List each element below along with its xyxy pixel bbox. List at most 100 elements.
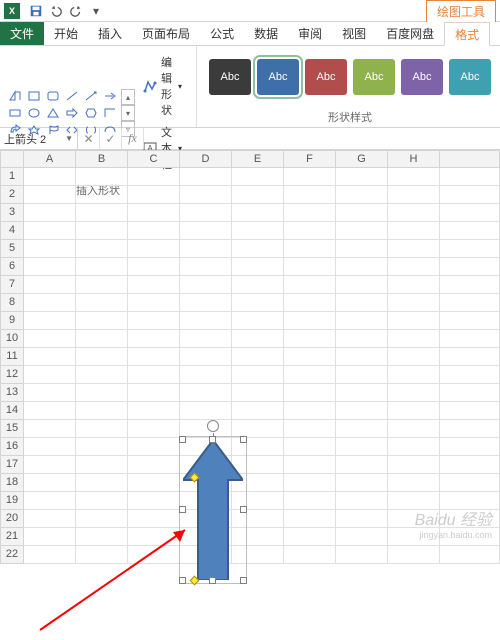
cell[interactable] [180, 348, 232, 366]
cell[interactable] [76, 222, 128, 240]
cell[interactable] [76, 492, 128, 510]
cell[interactable] [336, 222, 388, 240]
cell[interactable] [76, 348, 128, 366]
cell[interactable] [180, 294, 232, 312]
cell[interactable] [388, 186, 440, 204]
cell[interactable] [440, 168, 500, 186]
cell[interactable] [232, 168, 284, 186]
tab-baidu[interactable]: 百度网盘 [376, 22, 444, 45]
cell[interactable] [388, 402, 440, 420]
cell[interactable] [284, 222, 336, 240]
row-header[interactable]: 14 [0, 402, 24, 420]
cell[interactable] [76, 294, 128, 312]
row-header[interactable]: 1 [0, 168, 24, 186]
cell[interactable] [180, 222, 232, 240]
cell[interactable] [232, 330, 284, 348]
cell[interactable] [76, 366, 128, 384]
cell[interactable] [180, 258, 232, 276]
cell[interactable] [440, 420, 500, 438]
row-header[interactable]: 10 [0, 330, 24, 348]
cell[interactable] [336, 168, 388, 186]
row-header[interactable]: 9 [0, 312, 24, 330]
cell[interactable] [336, 204, 388, 222]
row-header[interactable]: 18 [0, 474, 24, 492]
cell[interactable] [128, 456, 180, 474]
cell[interactable] [336, 186, 388, 204]
cell[interactable] [232, 294, 284, 312]
cell[interactable] [232, 366, 284, 384]
tab-data[interactable]: 数据 [244, 22, 288, 45]
rotation-handle[interactable] [207, 420, 219, 432]
cell[interactable] [388, 258, 440, 276]
cell[interactable] [76, 474, 128, 492]
cell[interactable] [24, 240, 76, 258]
cell[interactable] [128, 240, 180, 258]
cell[interactable] [388, 546, 440, 564]
cell[interactable] [76, 204, 128, 222]
qat-customize-icon[interactable]: ▾ [87, 2, 105, 20]
shape-style-swatch[interactable]: Abc [209, 59, 251, 95]
cell[interactable] [128, 294, 180, 312]
cell[interactable] [388, 312, 440, 330]
cell[interactable] [24, 492, 76, 510]
tab-file[interactable]: 文件 [0, 22, 44, 45]
cell[interactable] [336, 240, 388, 258]
cell[interactable] [76, 456, 128, 474]
cell[interactable] [232, 240, 284, 258]
cell[interactable] [284, 168, 336, 186]
row-header[interactable]: 16 [0, 438, 24, 456]
resize-handle[interactable] [179, 577, 186, 584]
cell[interactable] [24, 474, 76, 492]
column-header[interactable]: F [284, 150, 336, 168]
cell[interactable] [284, 312, 336, 330]
name-box-dropdown-icon[interactable]: ▼ [65, 134, 73, 143]
formula-bar-input[interactable] [144, 128, 500, 149]
cell[interactable] [128, 474, 180, 492]
cell[interactable] [440, 546, 500, 564]
row-header[interactable]: 20 [0, 510, 24, 528]
cell[interactable] [336, 276, 388, 294]
cell[interactable] [180, 312, 232, 330]
cell[interactable] [232, 222, 284, 240]
resize-handle[interactable] [240, 506, 247, 513]
cell[interactable] [336, 528, 388, 546]
cell[interactable] [284, 330, 336, 348]
row-header[interactable]: 3 [0, 204, 24, 222]
cell[interactable] [284, 438, 336, 456]
name-box[interactable]: 上箭头 2 ▼ [0, 128, 78, 149]
cell[interactable] [24, 186, 76, 204]
cell[interactable] [128, 402, 180, 420]
cell[interactable] [336, 294, 388, 312]
row-header[interactable]: 4 [0, 222, 24, 240]
cell[interactable] [336, 402, 388, 420]
cell[interactable] [128, 222, 180, 240]
cell[interactable] [440, 258, 500, 276]
cell[interactable] [284, 384, 336, 402]
cell[interactable] [440, 240, 500, 258]
cell[interactable] [128, 312, 180, 330]
row-header[interactable]: 13 [0, 384, 24, 402]
cell[interactable] [336, 348, 388, 366]
row-header[interactable]: 8 [0, 294, 24, 312]
cell[interactable] [336, 258, 388, 276]
cell[interactable] [24, 330, 76, 348]
cell[interactable] [232, 312, 284, 330]
cell[interactable] [336, 420, 388, 438]
cell[interactable] [76, 510, 128, 528]
cell[interactable] [180, 366, 232, 384]
cell[interactable] [440, 474, 500, 492]
cell[interactable] [128, 384, 180, 402]
cell[interactable] [440, 276, 500, 294]
cell[interactable] [336, 474, 388, 492]
cell[interactable] [284, 366, 336, 384]
cell[interactable] [440, 438, 500, 456]
cell[interactable] [336, 366, 388, 384]
row-header[interactable]: 17 [0, 456, 24, 474]
cell[interactable] [284, 402, 336, 420]
cell[interactable] [284, 456, 336, 474]
row-header[interactable]: 12 [0, 366, 24, 384]
cell[interactable] [24, 168, 76, 186]
cell[interactable] [284, 474, 336, 492]
tab-view[interactable]: 视图 [332, 22, 376, 45]
cell[interactable] [180, 384, 232, 402]
